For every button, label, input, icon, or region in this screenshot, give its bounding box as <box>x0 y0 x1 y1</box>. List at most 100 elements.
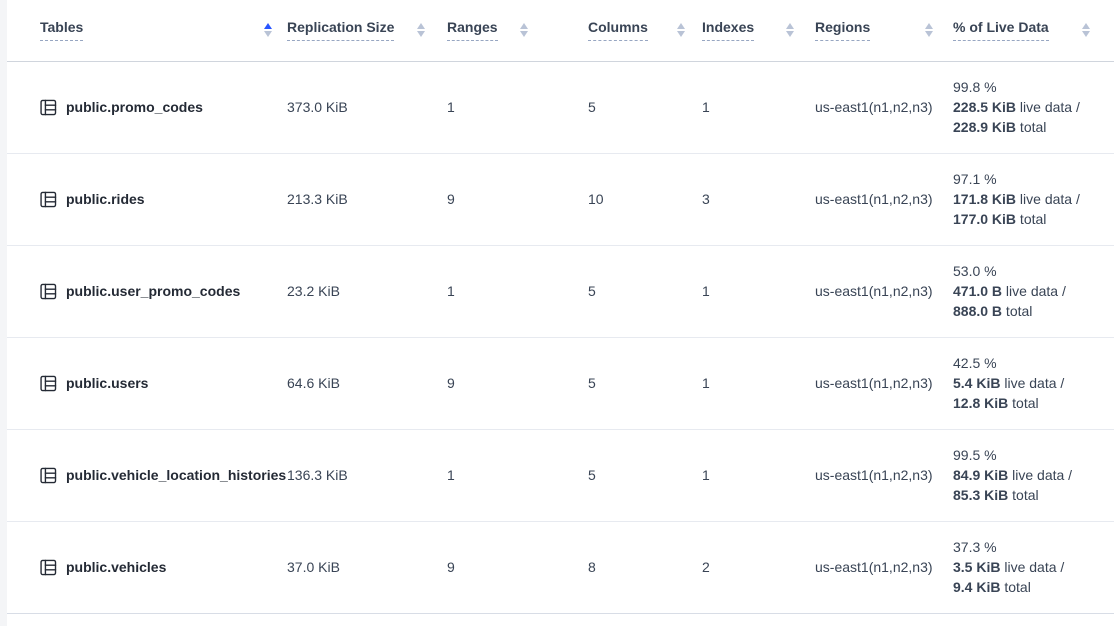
column-header-indexes[interactable]: Indexes <box>702 0 815 61</box>
live-size: 84.9 KiB <box>953 467 1008 483</box>
total-size: 888.0 B <box>953 303 1002 319</box>
table-name-link[interactable]: public.vehicles <box>66 559 166 575</box>
live-size-label: live data / <box>1000 375 1064 391</box>
total-size: 228.9 KiB <box>953 119 1016 135</box>
column-header-label[interactable]: Replication Size <box>287 19 394 41</box>
indexes-value: 2 <box>702 559 710 575</box>
sort-arrows[interactable] <box>677 23 685 37</box>
ranges-value: 1 <box>447 99 455 115</box>
total-size-label: total <box>1002 303 1032 319</box>
total-size: 85.3 KiB <box>953 487 1008 503</box>
live-size-label: live data / <box>1008 467 1072 483</box>
sort-desc-icon <box>417 31 425 37</box>
total-size: 177.0 KiB <box>953 211 1016 227</box>
total-data-line: 9.4 KiB total <box>953 577 1104 597</box>
total-size: 12.8 KiB <box>953 395 1008 411</box>
column-header-label[interactable]: Columns <box>588 19 648 41</box>
sort-asc-icon <box>520 23 528 29</box>
total-data-line: 888.0 B total <box>953 301 1104 321</box>
live-percent: 37.3 % <box>953 537 1104 557</box>
live-size: 228.5 KiB <box>953 99 1016 115</box>
table-name-link[interactable]: public.vehicle_location_histories <box>66 467 286 483</box>
indexes-value: 1 <box>702 283 710 299</box>
columns-value: 10 <box>588 191 604 207</box>
table-row: public.user_promo_codes 23.2 KiB 1 5 1 u… <box>7 245 1114 337</box>
live-data-cell: 97.1 % 171.8 KiB live data / 177.0 KiB t… <box>953 169 1114 229</box>
columns-value: 8 <box>588 559 596 575</box>
ranges-value: 1 <box>447 467 455 483</box>
live-data-cell: 99.5 % 84.9 KiB live data / 85.3 KiB tot… <box>953 445 1114 505</box>
columns-value: 5 <box>588 99 596 115</box>
column-header-ranges[interactable]: Ranges <box>447 0 588 61</box>
sort-arrows[interactable] <box>417 23 425 37</box>
sort-asc-icon <box>677 23 685 29</box>
ranges-value: 9 <box>447 191 455 207</box>
indexes-value: 3 <box>702 191 710 207</box>
live-data-line: 5.4 KiB live data / <box>953 373 1104 393</box>
live-size-label: live data / <box>1016 191 1080 207</box>
total-size-label: total <box>1008 395 1038 411</box>
ranges-value: 9 <box>447 559 455 575</box>
column-header-replication_size[interactable]: Replication Size <box>287 0 447 61</box>
column-header-regions[interactable]: Regions <box>815 0 953 61</box>
sort-desc-icon <box>520 31 528 37</box>
regions-value: us-east1(n1,n2,n3) <box>815 99 933 115</box>
column-header-live_data[interactable]: % of Live Data <box>953 0 1114 61</box>
table-icon <box>40 283 57 300</box>
sort-desc-icon <box>677 31 685 37</box>
indexes-value: 1 <box>702 375 710 391</box>
table-icon <box>40 375 57 392</box>
column-header-label[interactable]: Regions <box>815 19 870 41</box>
sort-asc-icon <box>1082 23 1090 29</box>
sort-arrows[interactable] <box>1082 23 1090 37</box>
column-header-label[interactable]: Tables <box>40 19 83 41</box>
total-data-line: 177.0 KiB total <box>953 209 1104 229</box>
live-data-line: 84.9 KiB live data / <box>953 465 1104 485</box>
column-header-tables[interactable]: Tables <box>7 0 287 61</box>
table-name-link[interactable]: public.promo_codes <box>66 99 203 115</box>
sort-asc-icon <box>417 23 425 29</box>
table-name-link[interactable]: public.users <box>66 375 148 391</box>
sort-desc-icon <box>264 31 272 37</box>
replication-size-value: 23.2 KiB <box>287 283 340 299</box>
column-header-label[interactable]: Indexes <box>702 19 754 41</box>
ranges-value: 9 <box>447 375 455 391</box>
sort-asc-icon <box>925 23 933 29</box>
live-percent: 97.1 % <box>953 169 1104 189</box>
table-name-link[interactable]: public.user_promo_codes <box>66 283 240 299</box>
column-header-label[interactable]: % of Live Data <box>953 19 1049 41</box>
live-percent: 99.5 % <box>953 445 1104 465</box>
ranges-value: 1 <box>447 283 455 299</box>
sort-asc-icon <box>264 23 272 29</box>
sort-arrows[interactable] <box>264 23 272 37</box>
sort-arrows[interactable] <box>925 23 933 37</box>
regions-value: us-east1(n1,n2,n3) <box>815 559 933 575</box>
indexes-value: 1 <box>702 467 710 483</box>
table-name-link[interactable]: public.rides <box>66 191 145 207</box>
table-body: public.promo_codes 373.0 KiB 1 5 1 us-ea… <box>7 61 1114 613</box>
indexes-value: 1 <box>702 99 710 115</box>
regions-value: us-east1(n1,n2,n3) <box>815 467 933 483</box>
total-data-line: 85.3 KiB total <box>953 485 1104 505</box>
column-header-label[interactable]: Ranges <box>447 19 498 41</box>
columns-value: 5 <box>588 375 596 391</box>
live-size-label: live data / <box>1016 99 1080 115</box>
live-percent: 53.0 % <box>953 261 1104 281</box>
table-icon <box>40 191 57 208</box>
live-percent: 99.8 % <box>953 77 1104 97</box>
regions-value: us-east1(n1,n2,n3) <box>815 375 933 391</box>
table-row: public.vehicles 37.0 KiB 9 8 2 us-east1(… <box>7 521 1114 613</box>
sort-arrows[interactable] <box>520 23 528 37</box>
replication-size-value: 373.0 KiB <box>287 99 348 115</box>
regions-value: us-east1(n1,n2,n3) <box>815 191 933 207</box>
sort-arrows[interactable] <box>786 23 794 37</box>
total-size-label: total <box>1016 211 1046 227</box>
column-header-columns[interactable]: Columns <box>588 0 702 61</box>
live-data-cell: 99.8 % 228.5 KiB live data / 228.9 KiB t… <box>953 77 1114 137</box>
live-percent: 42.5 % <box>953 353 1104 373</box>
sort-desc-icon <box>1082 31 1090 37</box>
table-icon <box>40 99 57 116</box>
live-data-cell: 37.3 % 3.5 KiB live data / 9.4 KiB total <box>953 537 1114 597</box>
live-size: 171.8 KiB <box>953 191 1016 207</box>
tables-table: Tables Replication Size Ranges Columns <box>7 0 1114 614</box>
